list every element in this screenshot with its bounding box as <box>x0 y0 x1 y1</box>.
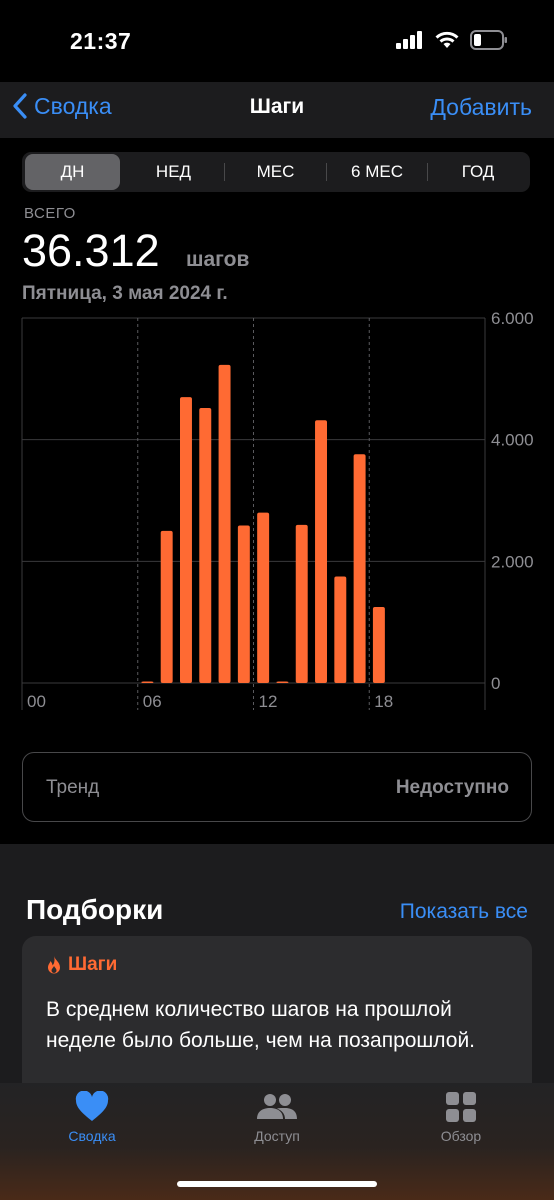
status-bar: 21:37 <box>0 0 554 82</box>
trend-row[interactable]: Тренд Недоступно <box>22 752 532 822</box>
highlight-card-text: В среднем количество шагов на прошлой не… <box>46 998 476 1052</box>
chart-bar <box>160 530 173 683</box>
add-button[interactable]: Добавить <box>430 94 532 121</box>
trend-value: Недоступно <box>395 777 509 798</box>
chart-bar <box>295 524 308 683</box>
wifi-icon <box>435 31 459 48</box>
x-tick-label: 12 <box>259 692 278 711</box>
segment-day[interactable]: ДН <box>25 154 120 190</box>
chart-bar <box>199 408 212 683</box>
segment-month[interactable]: МЕС <box>225 154 326 190</box>
segment-year[interactable]: ГОД <box>428 154 528 190</box>
y-tick-label: 4.000 <box>491 431 534 450</box>
tab-sharing-label: Доступ <box>254 1128 300 1144</box>
tab-browse[interactable]: Обзор <box>391 1091 531 1144</box>
total-label: ВСЕГО <box>24 205 76 222</box>
show-all-link[interactable]: Показать все <box>400 900 528 924</box>
segment-6-months[interactable]: 6 МЕС <box>327 154 427 190</box>
chart-bar <box>315 420 328 683</box>
chart-bar <box>353 454 366 683</box>
grid-icon <box>446 1092 476 1122</box>
y-tick-label: 0 <box>491 674 500 693</box>
total-steps-unit: шагов <box>186 248 250 271</box>
status-time: 21:37 <box>70 28 132 54</box>
total-steps-value: 36.312 <box>22 225 160 276</box>
tab-browse-label: Обзор <box>440 1128 482 1144</box>
trend-label: Тренд <box>46 777 100 798</box>
x-tick-label: 00 <box>27 692 46 711</box>
people-icon <box>257 1094 297 1119</box>
chart-bar <box>218 364 231 683</box>
heart-icon <box>75 1090 109 1121</box>
battery-icon <box>470 30 507 50</box>
chart-bar <box>257 512 270 683</box>
x-tick-label: 18 <box>374 692 393 711</box>
period-segmented-control: ДН НЕД МЕС 6 МЕС ГОД <box>22 152 530 192</box>
tab-summary[interactable]: Сводка <box>22 1090 162 1144</box>
chart-bar <box>334 576 347 683</box>
segment-week[interactable]: НЕД <box>124 154 223 190</box>
home-indicator <box>177 1181 377 1187</box>
nav-bar: Сводка Шаги Добавить <box>0 82 554 138</box>
status-icons <box>396 30 508 50</box>
tab-sharing[interactable]: Доступ <box>207 1091 347 1144</box>
highlight-card-tag: Шаги <box>46 954 117 976</box>
cellular-signal-icon <box>396 31 422 49</box>
chart-bar <box>276 681 289 683</box>
x-tick-label: 06 <box>143 692 162 711</box>
highlight-card-tag-label: Шаги <box>68 954 118 975</box>
highlights-title: Подборки <box>26 894 164 925</box>
flame-icon <box>48 956 60 974</box>
chart-bar <box>179 397 192 683</box>
chart-bar <box>237 525 250 683</box>
steps-chart[interactable]: 6.0004.0002.000000 06 12 18 <box>0 300 554 720</box>
chart-bar <box>141 681 154 683</box>
tab-summary-label: Сводка <box>68 1128 116 1144</box>
chart-bar <box>372 606 385 683</box>
y-tick-label: 2.000 <box>491 552 534 571</box>
y-tick-label: 6.000 <box>491 309 534 328</box>
